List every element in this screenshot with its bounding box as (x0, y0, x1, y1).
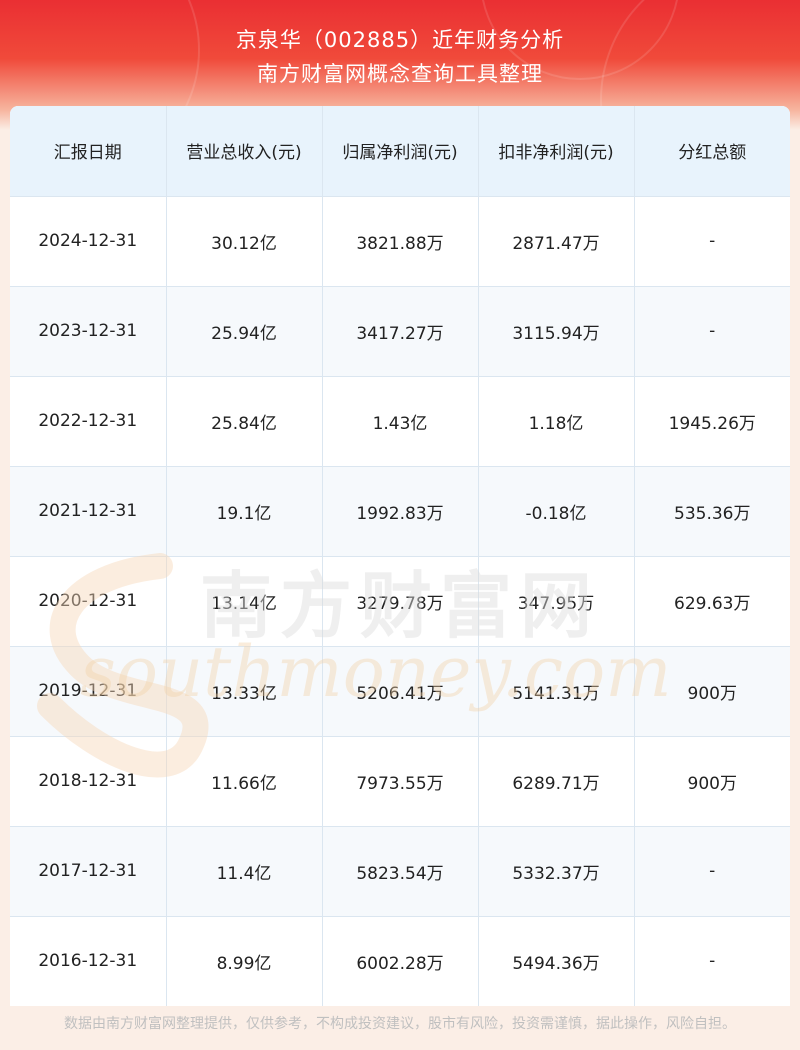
table-cell: 5206.41万 (322, 646, 479, 737)
table-row: 2017-12-31 11.4亿 5823.54万 5332.37万 - (10, 826, 790, 917)
table-cell: 900万 (634, 646, 790, 737)
table-cell: 2018-12-31 (10, 736, 167, 827)
table-cell: 11.66亿 (166, 736, 323, 827)
column-header: 分红总额 (634, 106, 790, 197)
table-cell: 2871.47万 (478, 196, 635, 287)
table-row: 2018-12-31 11.66亿 7973.55万 6289.71万 900万 (10, 736, 790, 827)
table-cell: 347.95万 (478, 556, 635, 647)
table-body: 2024-12-31 30.12亿 3821.88万 2871.47万 -2023-12… (10, 196, 790, 1006)
table-cell: 11.4亿 (166, 826, 323, 917)
financial-table: 汇报日期 营业总收入(元) 归属净利润(元) 扣非净利润(元) 分红总额 2024-12… (10, 106, 790, 1006)
table-cell: 2019-12-31 (10, 646, 167, 737)
table-cell: 6289.71万 (478, 736, 635, 827)
table-row: 2019-12-31 13.33亿 5206.41万 5141.31万 900万 (10, 646, 790, 737)
table-cell: 2017-12-31 (10, 826, 167, 917)
table-cell: - (634, 826, 790, 917)
table-cell: 1.43亿 (322, 376, 479, 467)
table-cell: - (634, 916, 790, 1006)
table-header-row: 汇报日期 营业总收入(元) 归属净利润(元) 扣非净利润(元) 分红总额 (10, 106, 790, 197)
table-cell: 13.14亿 (166, 556, 323, 647)
table-cell: 5823.54万 (322, 826, 479, 917)
table-row: 2022-12-31 25.84亿 1.43亿 1.18亿 1945.26万 (10, 376, 790, 467)
table-row: 2024-12-31 30.12亿 3821.88万 2871.47万 - (10, 196, 790, 287)
table-cell: 1992.83万 (322, 466, 479, 557)
table-cell: 900万 (634, 736, 790, 827)
column-header: 扣非净利润(元) (478, 106, 635, 197)
table-cell: 3279.78万 (322, 556, 479, 647)
table-cell: -0.18亿 (478, 466, 635, 557)
table-row: 2016-12-31 8.99亿 6002.28万 5494.36万 - (10, 916, 790, 1006)
column-header: 汇报日期 (10, 106, 167, 197)
table-cell: 2016-12-31 (10, 916, 167, 1006)
table-cell: 3115.94万 (478, 286, 635, 377)
table-cell: 2020-12-31 (10, 556, 167, 647)
table-cell: 19.1亿 (166, 466, 323, 557)
table-row: 2020-12-31 13.14亿 3279.78万 347.95万 629.63万 (10, 556, 790, 647)
table-cell: 1.18亿 (478, 376, 635, 467)
column-header: 归属净利润(元) (322, 106, 479, 197)
financial-table-card: 汇报日期 营业总收入(元) 归属净利润(元) 扣非净利润(元) 分红总额 2024-12… (10, 106, 790, 1006)
table-cell: 30.12亿 (166, 196, 323, 287)
table-cell: 13.33亿 (166, 646, 323, 737)
table-cell: 25.94亿 (166, 286, 323, 377)
page-subtitle: 南方财富网概念查询工具整理 (257, 62, 543, 86)
table-cell: 2021-12-31 (10, 466, 167, 557)
table-cell: 6002.28万 (322, 916, 479, 1006)
table-cell: 2023-12-31 (10, 286, 167, 377)
table-cell: - (634, 196, 790, 287)
table-row: 2023-12-31 25.94亿 3417.27万 3115.94万 - (10, 286, 790, 377)
table-cell: 2022-12-31 (10, 376, 167, 467)
table-cell: 535.36万 (634, 466, 790, 557)
table-cell: 8.99亿 (166, 916, 323, 1006)
table-cell: - (634, 286, 790, 377)
table-cell: 5141.31万 (478, 646, 635, 737)
page-title: 京泉华（002885）近年财务分析 (235, 28, 565, 52)
table-cell: 629.63万 (634, 556, 790, 647)
table-cell: 1945.26万 (634, 376, 790, 467)
column-header: 营业总收入(元) (166, 106, 323, 197)
table-cell: 25.84亿 (166, 376, 323, 467)
table-cell: 5494.36万 (478, 916, 635, 1006)
table-cell: 5332.37万 (478, 826, 635, 917)
table-cell: 2024-12-31 (10, 196, 167, 287)
table-cell: 3417.27万 (322, 286, 479, 377)
disclaimer-footer: 数据由南方财富网整理提供，仅供参考，不构成投资建议，股市有风险，投资需谨慎，据此… (64, 1016, 736, 1032)
table-row: 2021-12-31 19.1亿 1992.83万 -0.18亿 535.36万 (10, 466, 790, 557)
table-cell: 7973.55万 (322, 736, 479, 827)
table-cell: 3821.88万 (322, 196, 479, 287)
